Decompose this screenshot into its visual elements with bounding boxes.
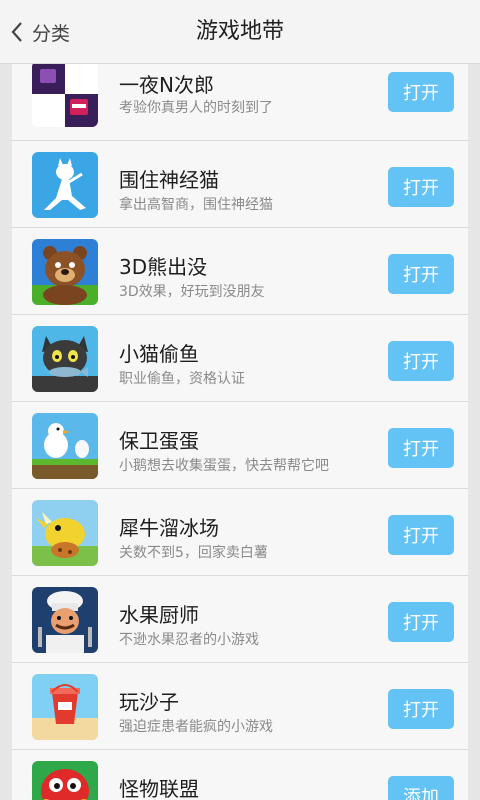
add-button[interactable]: 添加	[388, 776, 454, 800]
open-button[interactable]: 打开	[388, 167, 454, 207]
game-desc: 3D效果，好玩到没朋友	[119, 284, 265, 300]
game-name: 围住神经猫	[119, 168, 219, 192]
game-name: 犀牛溜冰场	[119, 516, 219, 540]
game-name: 水果厨师	[119, 603, 199, 627]
monster-icon	[32, 761, 98, 800]
game-name: 一夜N次郎	[119, 73, 214, 97]
open-button[interactable]: 打开	[388, 254, 454, 294]
list-item[interactable]: 3D熊出没 3D效果，好玩到没朋友 打开	[12, 228, 468, 315]
list-item[interactable]: 保卫蛋蛋 小鹅想去收集蛋蛋，快去帮帮它吧 打开	[12, 402, 468, 489]
bear-icon	[32, 239, 98, 305]
game-name: 保卫蛋蛋	[119, 429, 199, 453]
game-name: 怪物联盟	[119, 777, 199, 800]
page-title: 游戏地带	[195, 19, 284, 44]
game-desc: 关数不到5，回家卖白薯	[119, 545, 268, 561]
game-name: 3D熊出没	[119, 255, 208, 279]
list-item[interactable]: 怪物联盟 添加	[12, 750, 468, 800]
black-cat-icon	[32, 326, 98, 392]
back-button[interactable]: 分类	[10, 14, 70, 50]
open-button[interactable]: 打开	[388, 428, 454, 468]
game-desc: 考验你真男人的时刻到了	[119, 100, 273, 116]
app-header: 分类 游戏地带	[0, 0, 480, 64]
list-item[interactable]: 围住神经猫 拿出高智商，围住神经猫 打开	[12, 141, 468, 228]
game-name: 小猫偷鱼	[119, 342, 199, 366]
chef-icon	[32, 587, 98, 653]
game-desc: 职业偷鱼，资格认证	[119, 371, 245, 387]
list-item[interactable]: 玩沙子 强迫症患者能疯的小游戏 打开	[12, 663, 468, 750]
list-item[interactable]: 犀牛溜冰场 关数不到5，回家卖白薯 打开	[12, 489, 468, 576]
game-desc: 小鹅想去收集蛋蛋，快去帮帮它吧	[119, 458, 329, 474]
open-button[interactable]: 打开	[388, 515, 454, 555]
white-cat-icon	[32, 152, 98, 218]
chevron-left-icon	[10, 21, 24, 43]
checkerboard-icon	[32, 61, 98, 127]
game-desc: 拿出高智商，围住神经猫	[119, 197, 273, 213]
game-name: 玩沙子	[119, 690, 179, 714]
goose-egg-icon	[32, 413, 98, 479]
list-item[interactable]: 水果厨师 不逊水果忍者的小游戏 打开	[12, 576, 468, 663]
game-desc: 强迫症患者能疯的小游戏	[119, 719, 273, 735]
open-button[interactable]: 打开	[388, 72, 454, 112]
open-button[interactable]: 打开	[388, 602, 454, 642]
sand-bucket-icon	[32, 674, 98, 740]
list-item[interactable]: 小猫偷鱼 职业偷鱼，资格认证 打开	[12, 315, 468, 402]
game-desc: 不逊水果忍者的小游戏	[119, 632, 259, 648]
open-button[interactable]: 打开	[388, 689, 454, 729]
game-list: 一夜N次郎 考验你真男人的时刻到了 打开 围住神经猫 拿出高智商，围住神经猫 打…	[12, 54, 468, 800]
rhino-icon	[32, 500, 98, 566]
list-item[interactable]: 一夜N次郎 考验你真男人的时刻到了 打开	[12, 54, 468, 141]
back-label: 分类	[32, 22, 71, 45]
open-button[interactable]: 打开	[388, 341, 454, 381]
